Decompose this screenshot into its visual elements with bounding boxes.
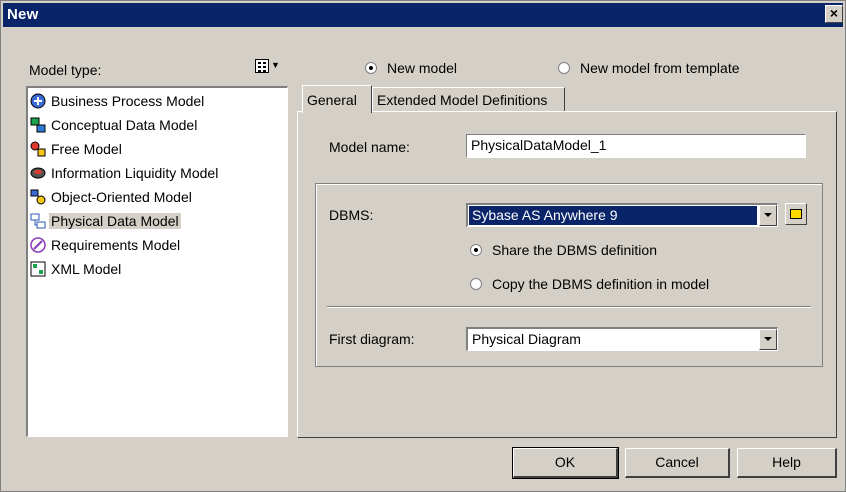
first-diagram-selected-value: Physical Diagram <box>472 331 581 347</box>
share-dbms-radio-dot[interactable] <box>470 244 482 256</box>
new-model-radio[interactable]: New model <box>365 60 457 76</box>
model-name-label-text: Model name: <box>329 139 410 155</box>
model-type-item-information-liquidity[interactable]: Information Liquidity Model <box>30 162 220 184</box>
dbms-label-text: DBMS: <box>329 207 374 223</box>
model-name-value: PhysicalDataModel_1 <box>471 137 607 153</box>
physical-data-icon <box>30 213 46 229</box>
information-liquidity-icon <box>30 167 46 179</box>
close-button[interactable]: × <box>825 5 843 23</box>
new-from-template-radio-label: New model from template <box>580 60 740 76</box>
model-type-item-business-process[interactable]: Business Process Model <box>30 90 206 112</box>
model-type-item-conceptual-data[interactable]: Conceptual Data Model <box>30 114 199 136</box>
copy-dbms-radio-dot[interactable] <box>470 278 482 290</box>
first-diagram-select[interactable]: Physical Diagram <box>466 327 778 351</box>
copy-dbms-radio-label: Copy the DBMS definition in model <box>492 276 710 292</box>
cancel-button[interactable]: Cancel <box>625 448 730 478</box>
model-type-item-requirements[interactable]: Requirements Model <box>30 234 182 256</box>
first-diagram-label-text: First diagram: <box>329 331 415 347</box>
close-icon: × <box>829 5 839 21</box>
tab-general[interactable]: General <box>302 85 372 113</box>
tab-extended-model-definitions[interactable]: Extended Model Definitions <box>372 87 565 111</box>
model-type-label: Model type: <box>29 62 101 78</box>
model-type-item-xml[interactable]: XML Model <box>30 258 123 280</box>
cancel-button-label: Cancel <box>655 454 699 470</box>
xml-model-icon <box>30 261 46 277</box>
view-dropdown-icon[interactable]: ▼ <box>271 60 280 70</box>
list-view-icon[interactable] <box>255 59 269 73</box>
model-type-item-object-oriented[interactable]: Object-Oriented Model <box>30 186 194 208</box>
first-diagram-label: First diagram: <box>329 331 415 347</box>
new-model-radio-label: New model <box>387 60 458 76</box>
new-from-template-radio[interactable]: New model from template <box>558 60 740 76</box>
model-type-item-free-model[interactable]: Free Model <box>30 138 124 160</box>
model-type-label-text: Model type: <box>29 62 102 78</box>
window-title: New <box>7 6 39 23</box>
ok-button-label: OK <box>554 454 576 470</box>
model-type-item-physical-data[interactable]: Physical Data Model <box>30 210 181 232</box>
object-oriented-icon <box>30 189 46 205</box>
title-bar[interactable]: New × <box>3 3 843 27</box>
conceptual-data-icon <box>30 117 46 133</box>
share-dbms-radio-label: Share the DBMS definition <box>492 242 657 258</box>
first-diagram-dropdown-button[interactable] <box>759 329 777 350</box>
group-separator <box>327 306 811 308</box>
new-model-radio-dot[interactable] <box>365 62 377 74</box>
dbms-browse-button[interactable] <box>785 203 807 225</box>
dbms-dropdown-button[interactable] <box>759 205 777 226</box>
tab-extended-model-definitions-label: Extended Model Definitions <box>377 91 548 108</box>
model-name-input[interactable]: PhysicalDataModel_1 <box>466 134 806 158</box>
dbms-label: DBMS: <box>329 207 373 223</box>
copy-dbms-radio[interactable]: Copy the DBMS definition in model <box>470 276 709 292</box>
model-type-list[interactable]: Business Process Model Conceptual Data M… <box>26 86 288 437</box>
dbms-select[interactable]: Sybase AS Anywhere 9 <box>466 203 778 227</box>
tab-general-label: General <box>307 91 357 108</box>
ok-button[interactable]: OK <box>512 447 619 479</box>
free-model-icon <box>30 141 46 157</box>
new-from-template-radio-dot[interactable] <box>558 62 570 74</box>
folder-icon <box>790 209 802 219</box>
dbms-selected-value: Sybase AS Anywhere 9 <box>469 206 757 225</box>
business-process-icon <box>30 93 46 109</box>
help-button[interactable]: Help <box>737 448 837 478</box>
requirements-icon <box>30 237 46 253</box>
new-model-dialog: New × Model type: ▼ Business Process Mod… <box>0 0 846 492</box>
share-dbms-radio[interactable]: Share the DBMS definition <box>470 242 657 258</box>
help-button-label: Help <box>772 454 801 470</box>
model-name-label: Model name: <box>329 139 410 155</box>
